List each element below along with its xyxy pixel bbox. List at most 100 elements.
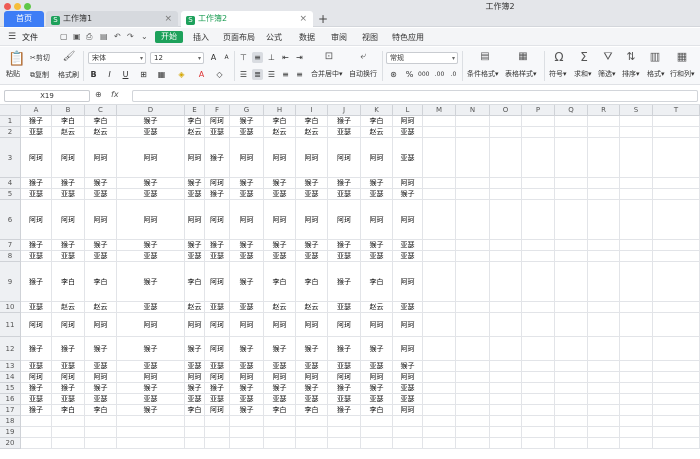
cell-o10[interactable] [490, 302, 522, 313]
menu-view[interactable]: 视图 [362, 32, 378, 43]
cell-r17[interactable] [588, 405, 620, 416]
cell-j5[interactable]: 亚瑟 [328, 189, 361, 200]
distributed-icon[interactable]: ≡ [294, 69, 305, 80]
cell-m8[interactable] [423, 251, 456, 262]
cell-a14[interactable]: 阿珂 [21, 372, 52, 383]
cell-r15[interactable] [588, 383, 620, 394]
cell-e14[interactable]: 阿珂 [185, 372, 205, 383]
cell-b9[interactable]: 李白 [52, 262, 85, 302]
cell-s13[interactable] [620, 361, 653, 372]
cell-s14[interactable] [620, 372, 653, 383]
currency-icon[interactable]: ⊛ [388, 69, 399, 80]
cell-t15[interactable] [653, 383, 700, 394]
cell-i4[interactable]: 猴子 [296, 178, 328, 189]
cell-n5[interactable] [456, 189, 490, 200]
cell-c14[interactable]: 阿珂 [85, 372, 117, 383]
row-header-13[interactable]: 13 [0, 361, 21, 372]
save-icon[interactable]: ▣ [73, 32, 81, 41]
cell-f6[interactable]: 阿珂 [205, 200, 230, 240]
cell-t14[interactable] [653, 372, 700, 383]
cell-s5[interactable] [620, 189, 653, 200]
cell-g4[interactable]: 猴子 [230, 178, 264, 189]
zoom-window-button[interactable] [24, 3, 31, 10]
cell-s19[interactable] [620, 427, 653, 438]
cell-m16[interactable] [423, 394, 456, 405]
table-style-icon[interactable]: ▦ [516, 51, 530, 62]
indent-decrease-icon[interactable]: ⇤ [280, 52, 291, 63]
cell-m11[interactable] [423, 313, 456, 337]
cell-l5[interactable]: 猴子 [393, 189, 423, 200]
cell-j2[interactable]: 亚瑟 [328, 127, 361, 138]
cell-q11[interactable] [555, 313, 588, 337]
cell-f20[interactable] [205, 438, 230, 449]
cell-h9[interactable]: 李白 [264, 262, 296, 302]
cell-i16[interactable]: 亚瑟 [296, 394, 328, 405]
cell-a16[interactable]: 亚瑟 [21, 394, 52, 405]
cell-d19[interactable] [117, 427, 185, 438]
cell-f8[interactable]: 亚瑟 [205, 251, 230, 262]
cell-p13[interactable] [522, 361, 555, 372]
bold-button[interactable]: B [88, 69, 99, 80]
cell-l17[interactable]: 阿珂 [393, 405, 423, 416]
cell-p8[interactable] [522, 251, 555, 262]
cell-e13[interactable]: 亚瑟 [185, 361, 205, 372]
cell-l12[interactable]: 阿珂 [393, 337, 423, 361]
cell-b4[interactable]: 猴子 [52, 178, 85, 189]
cell-o2[interactable] [490, 127, 522, 138]
cell-f4[interactable]: 阿珂 [205, 178, 230, 189]
cell-h20[interactable] [264, 438, 296, 449]
cell-n15[interactable] [456, 383, 490, 394]
cell-p5[interactable] [522, 189, 555, 200]
cell-a8[interactable]: 亚瑟 [21, 251, 52, 262]
cell-m19[interactable] [423, 427, 456, 438]
cell-a18[interactable] [21, 416, 52, 427]
cell-c13[interactable]: 亚瑟 [85, 361, 117, 372]
cell-h3[interactable]: 阿珂 [264, 138, 296, 178]
cell-t13[interactable] [653, 361, 700, 372]
percent-icon[interactable]: % [404, 69, 415, 80]
cell-r14[interactable] [588, 372, 620, 383]
cell-h17[interactable]: 李白 [264, 405, 296, 416]
row-header-19[interactable]: 19 [0, 427, 21, 438]
spreadsheet-grid[interactable]: A B C D E F G H I J K L M N O P Q R S T 1 猴子 李白 李白 猴子 李白 阿珂 猴子 李白 李白猴… [0, 105, 700, 459]
cell-r6[interactable] [588, 200, 620, 240]
cell-k18[interactable] [361, 416, 393, 427]
row-header-8[interactable]: 8 [0, 251, 21, 262]
cell-i9[interactable]: 李白 [296, 262, 328, 302]
cell-b8[interactable]: 亚瑟 [52, 251, 85, 262]
cell-k11[interactable]: 阿珂 [361, 313, 393, 337]
cell-t2[interactable] [653, 127, 700, 138]
cell-d10[interactable]: 亚瑟 [117, 302, 185, 313]
rows-cols-button[interactable]: 行和列▾ [670, 69, 695, 79]
cell-n16[interactable] [456, 394, 490, 405]
cell-r16[interactable] [588, 394, 620, 405]
cell-b18[interactable] [52, 416, 85, 427]
font-color-icon[interactable]: A [196, 69, 207, 80]
cell-k10[interactable]: 赵云 [361, 302, 393, 313]
cell-k13[interactable]: 亚瑟 [361, 361, 393, 372]
minimize-window-button[interactable] [14, 3, 21, 10]
cell-q16[interactable] [555, 394, 588, 405]
cell-i19[interactable] [296, 427, 328, 438]
cell-a15[interactable]: 猴子 [21, 383, 52, 394]
cell-b11[interactable]: 阿珂 [52, 313, 85, 337]
number-format-select[interactable]: 常规 ▾ [386, 52, 458, 64]
cell-s18[interactable] [620, 416, 653, 427]
cell-b20[interactable] [52, 438, 85, 449]
format-painter-button[interactable]: 格式刷 [58, 70, 79, 80]
cell-k17[interactable]: 李白 [361, 405, 393, 416]
cell-e12[interactable]: 猴子 [185, 337, 205, 361]
cell-p3[interactable] [522, 138, 555, 178]
cell-j11[interactable]: 阿珂 [328, 313, 361, 337]
cell-a20[interactable] [21, 438, 52, 449]
cell-l16[interactable]: 亚瑟 [393, 394, 423, 405]
cell-k12[interactable]: 猴子 [361, 337, 393, 361]
cell-f19[interactable] [205, 427, 230, 438]
cell-n12[interactable] [456, 337, 490, 361]
column-header-i[interactable]: I [296, 105, 328, 116]
cell-o7[interactable] [490, 240, 522, 251]
cell-h10[interactable]: 赵云 [264, 302, 296, 313]
decrease-decimal-icon[interactable]: .0 [448, 69, 459, 80]
cell-s17[interactable] [620, 405, 653, 416]
cell-a10[interactable]: 亚瑟 [21, 302, 52, 313]
